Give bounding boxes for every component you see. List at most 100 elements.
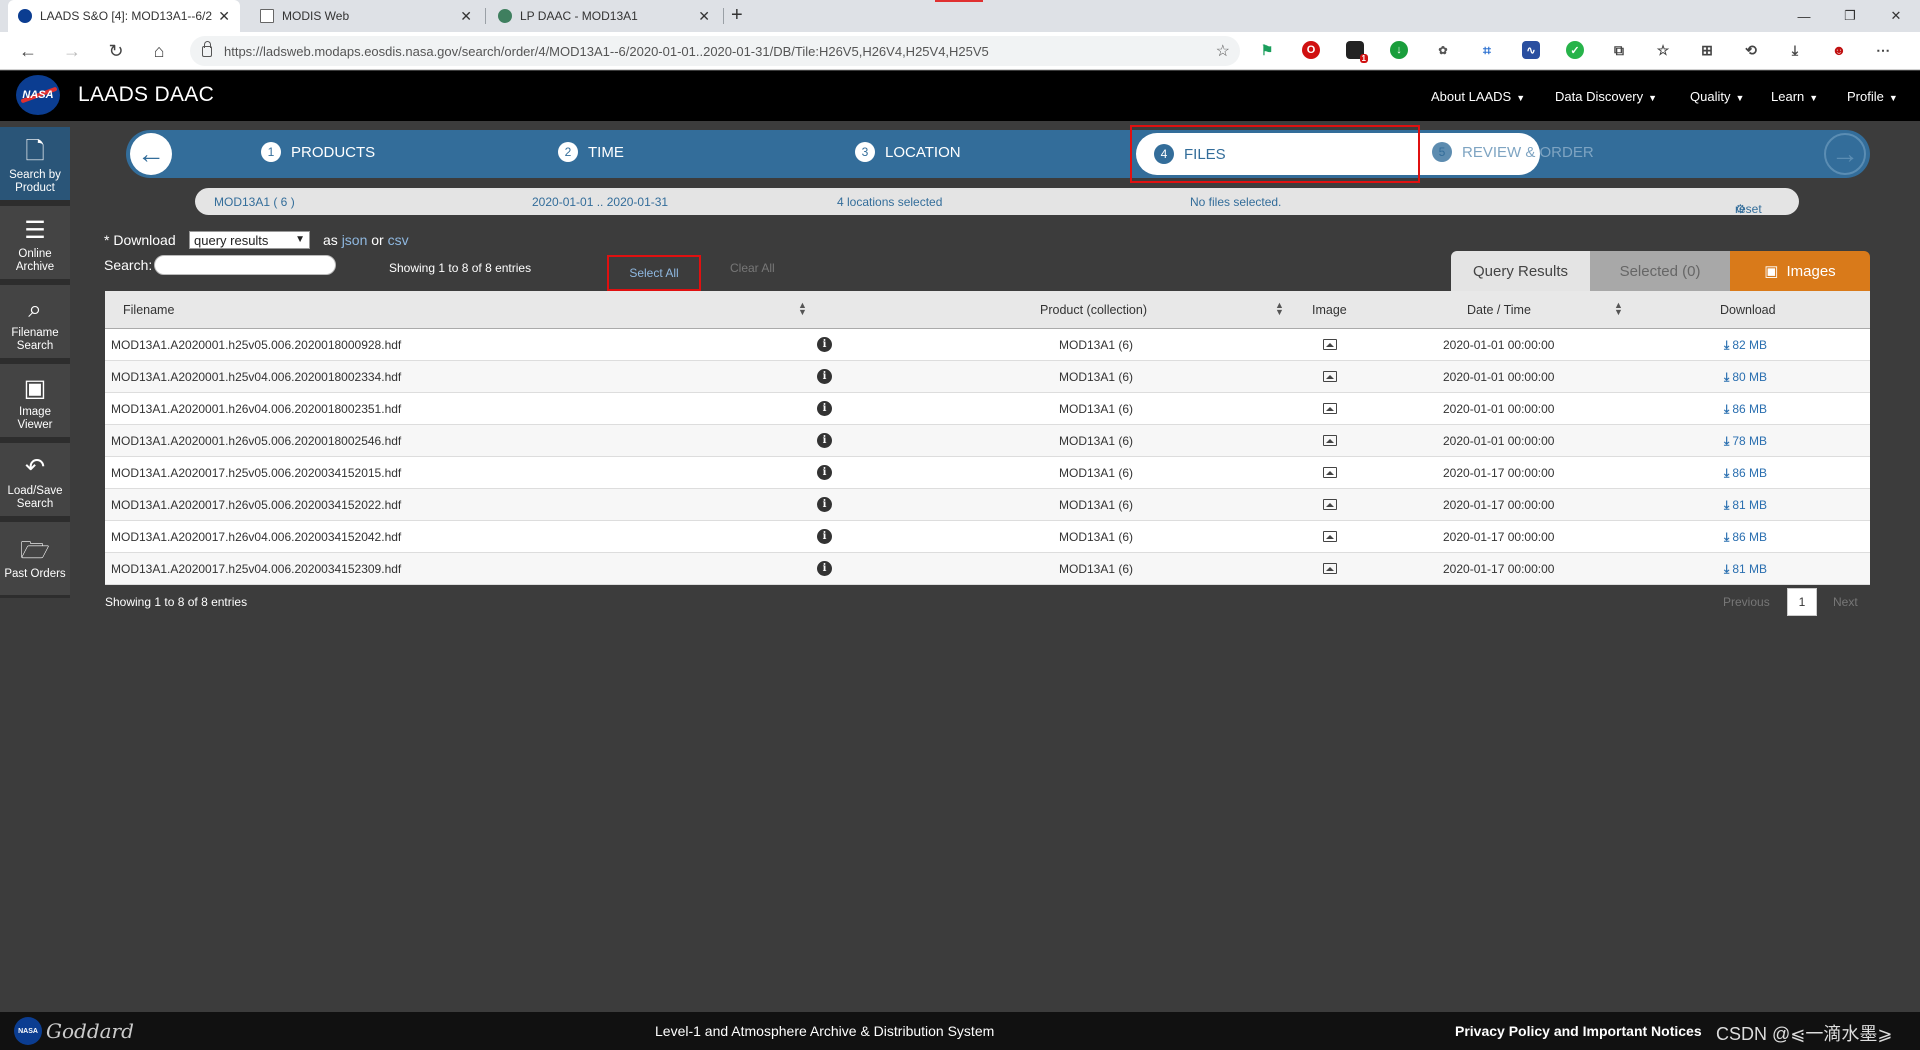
header-datetime[interactable]: Date / Time: [1467, 303, 1531, 317]
check-extension-icon[interactable]: ✓: [1566, 41, 1584, 59]
tab-selected[interactable]: Selected (0): [1590, 251, 1730, 291]
table-row[interactable]: MOD13A1.A2020017.h26v04.006.202003415204…: [105, 521, 1870, 553]
sidebar-item-past-orders[interactable]: 🗁 Past Orders: [0, 522, 70, 598]
summary-time[interactable]: 2020-01-01 .. 2020-01-31: [532, 195, 668, 209]
info-icon[interactable]: i: [817, 337, 832, 352]
opera-extension-icon[interactable]: O: [1302, 41, 1320, 59]
info-icon[interactable]: i: [817, 497, 832, 512]
download-link[interactable]: ⤓ 86 MB: [1724, 530, 1767, 545]
info-icon[interactable]: i: [817, 369, 832, 384]
download-extension-icon[interactable]: ↓: [1390, 41, 1408, 59]
header-product[interactable]: Product (collection): [1040, 303, 1147, 317]
image-preview-icon[interactable]: [1323, 467, 1337, 478]
reload-icon[interactable]: ↻: [105, 40, 127, 62]
image-preview-icon[interactable]: [1323, 499, 1337, 510]
close-window-button[interactable]: ✕: [1873, 0, 1919, 32]
download-link[interactable]: ⤓ 81 MB: [1724, 562, 1767, 577]
download-link[interactable]: ⤓ 82 MB: [1724, 338, 1767, 353]
info-icon[interactable]: i: [817, 529, 832, 544]
json-link[interactable]: json: [342, 232, 368, 248]
chart-extension-icon[interactable]: ∿: [1522, 41, 1540, 59]
summary-location[interactable]: 4 locations selected: [837, 195, 942, 209]
back-arrow-icon[interactable]: ←: [17, 40, 39, 62]
step-review-order[interactable]: 5 REVIEW & ORDER: [1432, 142, 1594, 162]
image-preview-icon[interactable]: [1323, 403, 1337, 414]
step-time[interactable]: 2 TIME: [558, 142, 624, 162]
favorite-star-icon[interactable]: ☆: [1216, 41, 1230, 61]
collections-icon[interactable]: ⊞: [1698, 41, 1716, 59]
tab-images[interactable]: ▣ Images: [1730, 251, 1870, 291]
image-preview-icon[interactable]: [1323, 339, 1337, 350]
info-icon[interactable]: i: [817, 561, 832, 576]
browser-tab-lpdaac[interactable]: LP DAAC - MOD13A1 ✕: [488, 0, 720, 32]
info-icon[interactable]: i: [817, 465, 832, 480]
download-link[interactable]: ⤓ 86 MB: [1724, 402, 1767, 417]
sort-icon[interactable]: ▲ ▼: [1275, 301, 1284, 317]
pagination-next[interactable]: Next: [1833, 595, 1858, 609]
minimize-button[interactable]: —: [1781, 0, 1827, 32]
forward-arrow-icon[interactable]: →: [1824, 133, 1866, 175]
history-icon[interactable]: ⟲: [1742, 41, 1760, 59]
table-row[interactable]: MOD13A1.A2020017.h25v04.006.202003415230…: [105, 553, 1870, 585]
site-name[interactable]: LAADS DAAC: [78, 83, 214, 107]
pagination-page-1[interactable]: 1: [1787, 588, 1817, 616]
browser-tab-laads[interactable]: LAADS S&O [4]: MOD13A1--6/20 ✕: [8, 0, 240, 32]
pagination-previous[interactable]: Previous: [1723, 595, 1770, 609]
table-row[interactable]: MOD13A1.A2020001.h26v05.006.202001800254…: [105, 425, 1870, 457]
new-tab-button[interactable]: +: [731, 4, 743, 27]
image-preview-icon[interactable]: [1323, 563, 1337, 574]
table-row[interactable]: MOD13A1.A2020001.h25v05.006.202001800092…: [105, 329, 1870, 361]
more-menu-icon[interactable]: ⋯: [1874, 41, 1892, 59]
summary-product[interactable]: MOD13A1 ( 6 ): [214, 195, 295, 209]
nasa-logo[interactable]: NASA: [16, 75, 60, 115]
select-all-button[interactable]: Select All: [607, 255, 701, 291]
menu-data-discovery[interactable]: Data Discovery ▼: [1555, 89, 1657, 104]
profile-avatar-icon[interactable]: ☻: [1830, 41, 1848, 59]
table-row[interactable]: MOD13A1.A2020017.h25v05.006.202003415201…: [105, 457, 1870, 489]
table-row[interactable]: MOD13A1.A2020001.h25v04.006.202001800233…: [105, 361, 1870, 393]
crop-extension-icon[interactable]: ⌗: [1478, 41, 1496, 59]
image-preview-icon[interactable]: [1323, 435, 1337, 446]
downloads-icon[interactable]: ⤓: [1786, 41, 1804, 59]
step-products[interactable]: 1 PRODUCTS: [261, 142, 375, 162]
table-row[interactable]: MOD13A1.A2020001.h26v04.006.202001800235…: [105, 393, 1870, 425]
image-preview-icon[interactable]: [1323, 371, 1337, 382]
sidebar-item-filename-search[interactable]: ⌕ Filename Search: [0, 285, 70, 361]
extensions-icon[interactable]: ⧉: [1610, 41, 1628, 59]
download-link[interactable]: ⤓ 78 MB: [1724, 434, 1767, 449]
table-row[interactable]: MOD13A1.A2020017.h26v05.006.202003415202…: [105, 489, 1870, 521]
close-tab-icon[interactable]: ✕: [460, 8, 472, 25]
goddard-logo[interactable]: NASA Goddard: [14, 1016, 134, 1046]
sidebar-item-load-save-search[interactable]: ↶ Load/Save Search: [0, 443, 70, 519]
sidebar-item-image-viewer[interactable]: ▣ Image Viewer: [0, 364, 70, 440]
download-link[interactable]: ⤓ 86 MB: [1724, 466, 1767, 481]
restore-button[interactable]: ❐: [1827, 0, 1873, 32]
back-arrow-icon[interactable]: ←: [130, 133, 172, 175]
sort-icon[interactable]: ▲ ▼: [798, 301, 807, 317]
image-preview-icon[interactable]: [1323, 531, 1337, 542]
clear-all-button[interactable]: Clear All: [730, 261, 775, 275]
tab-query-results[interactable]: Query Results: [1451, 251, 1590, 291]
menu-learn[interactable]: Learn ▼: [1771, 89, 1818, 104]
download-link[interactable]: ⤓ 80 MB: [1724, 370, 1767, 385]
download-link[interactable]: ⤓ 81 MB: [1724, 498, 1767, 513]
puzzle-swirl-extension-icon[interactable]: ✿: [1434, 41, 1452, 59]
menu-profile[interactable]: Profile ▼: [1847, 89, 1898, 104]
close-tab-icon[interactable]: ✕: [698, 8, 710, 25]
sidebar-item-search-by-product[interactable]: 🗋 Search by Product: [0, 127, 70, 203]
menu-quality[interactable]: Quality ▼: [1690, 89, 1744, 104]
flag-extension-icon[interactable]: ⚑: [1258, 41, 1276, 59]
address-bar[interactable]: https://ladsweb.modaps.eosdis.nasa.gov/s…: [190, 36, 1240, 66]
info-icon[interactable]: i: [817, 401, 832, 416]
home-icon[interactable]: ⌂: [148, 40, 170, 62]
privacy-link[interactable]: Privacy Policy and Important Notices: [1455, 1023, 1702, 1039]
csv-link[interactable]: csv: [388, 232, 409, 248]
browser-tab-modis-web[interactable]: MODIS Web ✕: [250, 0, 482, 32]
forward-arrow-icon[interactable]: →: [61, 40, 83, 62]
info-icon[interactable]: i: [817, 433, 832, 448]
header-filename[interactable]: Filename: [123, 303, 174, 317]
download-select[interactable]: query results ▼: [189, 231, 310, 249]
close-tab-icon[interactable]: ✕: [218, 8, 230, 25]
search-input[interactable]: [154, 255, 336, 275]
sort-icon[interactable]: ▲ ▼: [1614, 301, 1623, 317]
